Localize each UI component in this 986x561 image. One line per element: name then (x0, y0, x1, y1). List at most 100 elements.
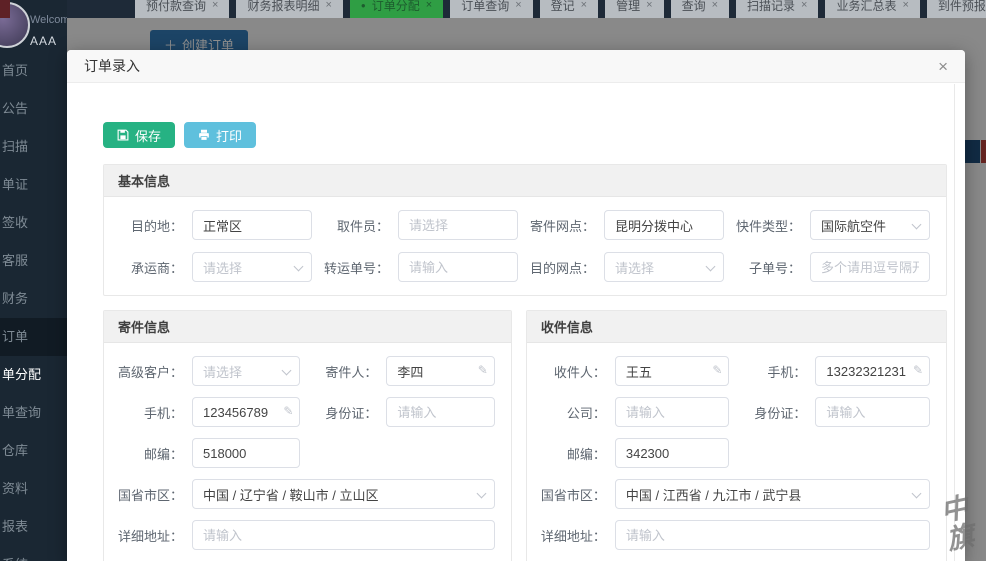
tab-manage[interactable]: 管理× (605, 0, 663, 18)
print-button[interactable]: 打印 (184, 122, 256, 148)
save-button[interactable]: 保存 (103, 122, 175, 148)
vip-customer-select[interactable]: 请选择 (192, 356, 300, 386)
receiver-region-value: 中国 / 江西省 / 九江市 / 武宁县 (626, 485, 802, 504)
sidebar-item-warehouse[interactable]: 仓库 (0, 432, 67, 470)
app-window: 预付款查询× 财务报表明细× ●订单分配× 订单查询× 登记× 管理× 查询× … (0, 0, 986, 561)
receiver-name-input[interactable] (615, 356, 730, 386)
tab-order-query[interactable]: 订单查询 × (450, 0, 532, 18)
carrier-select[interactable]: 请选择 (192, 252, 312, 282)
pickup-agent-input[interactable] (398, 210, 518, 240)
sender-info-title: 寄件信息 (104, 311, 511, 343)
sidebar-item-system[interactable]: 系统 (0, 546, 67, 561)
field-receiver-id-card: 身份证： (737, 397, 930, 427)
field-sub-no: 子单号： (732, 252, 930, 282)
tab-prepaid-query[interactable]: 预付款查询× (135, 0, 229, 18)
close-icon[interactable]: × (325, 0, 331, 11)
field-sender-region: 国省市区： 中国 / 辽宁省 / 鞍山市 / 立山区 (114, 479, 495, 509)
username: AAA (30, 34, 57, 48)
sender-address-label: 详细地址： (114, 526, 192, 545)
receiver-id-card-label: 身份证： (737, 403, 815, 422)
field-dest-branch: 目的网点： 请选择 (526, 252, 724, 282)
chevron-down-icon (476, 489, 486, 499)
close-icon[interactable]: × (426, 0, 432, 11)
tab-business-summary[interactable]: 业务汇总表 × (825, 0, 919, 18)
sender-name-label: 寄件人： (308, 362, 386, 381)
close-icon[interactable]: × (581, 0, 587, 11)
basic-info-body: 目的地： 取件员： 寄件网点： 快件类型： 国际航空件 (104, 197, 946, 295)
chevron-down-icon (294, 262, 304, 272)
sender-mobile-input[interactable] (192, 397, 300, 427)
tab-order-assign[interactable]: ●订单分配× (350, 0, 443, 18)
sender-id-card-label: 身份证： (308, 403, 386, 422)
field-sender-postcode: 邮编： (114, 438, 300, 468)
sender-region-value: 中国 / 辽宁省 / 鞍山市 / 立山区 (203, 485, 379, 504)
receiver-mobile-input[interactable] (815, 356, 930, 386)
basic-info-section: 基本信息 目的地： 取件员： 寄件网点： 快件类型： (103, 164, 947, 296)
receiver-address-input[interactable] (615, 520, 930, 550)
sidebar-item-order[interactable]: 订单 (0, 318, 67, 356)
sidebar-item-scan[interactable]: 扫描 (0, 128, 67, 166)
sender-id-card-input[interactable] (386, 397, 494, 427)
sidebar-item-order-query[interactable]: 单查询 (0, 394, 67, 432)
tab-scan-record[interactable]: 扫描记录 × (736, 0, 818, 18)
sidebar-item-service[interactable]: 客服 (0, 242, 67, 280)
destination-input[interactable] (192, 210, 312, 240)
sidebar-item-documents[interactable]: 单证 (0, 166, 67, 204)
tab-label: 扫描记录 (747, 0, 795, 14)
receiver-company-label: 公司： (537, 403, 615, 422)
sidebar-item-order-assign[interactable]: 单分配 (0, 356, 67, 394)
receiver-info-title: 收件信息 (527, 311, 946, 343)
close-icon[interactable]: × (801, 0, 807, 11)
modal-body: 保存 打印 基本信息 目的地： 取件员： (67, 83, 965, 561)
field-receiver-postcode: 邮编： (537, 438, 730, 468)
receiver-region-select[interactable]: 中国 / 江西省 / 九江市 / 武宁县 (615, 479, 930, 509)
close-icon[interactable]: × (212, 0, 218, 11)
modal-header: 订单录入 × (67, 50, 965, 83)
close-icon[interactable]: × (646, 0, 652, 11)
close-icon[interactable]: × (515, 0, 521, 11)
field-vip-customer: 高级客户： 请选择 (114, 356, 300, 386)
sidebar-item-home[interactable]: 首页 (0, 52, 67, 90)
close-icon[interactable]: × (902, 0, 908, 11)
transfer-no-input[interactable] (398, 252, 518, 282)
receiver-postcode-label: 邮编： (537, 444, 615, 463)
sender-region-select[interactable]: 中国 / 辽宁省 / 鞍山市 / 立山区 (192, 479, 495, 509)
sub-no-input[interactable] (810, 252, 930, 282)
tab-query[interactable]: 查询 × (671, 0, 729, 18)
vip-customer-placeholder: 请选择 (203, 362, 242, 381)
field-transfer-no: 转运单号： (320, 252, 518, 282)
tab-label: 业务汇总表 (836, 0, 896, 14)
sidebar: Welcome, AAA 首页 公告 扫描 单证 签收 客服 财务 订单 单分配… (0, 0, 67, 561)
field-sender-mobile: 手机： ✎ (114, 397, 300, 427)
receiver-id-card-input[interactable] (815, 397, 930, 427)
close-icon[interactable]: × (712, 0, 718, 11)
sidebar-item-data[interactable]: 资料 (0, 470, 67, 508)
basic-info-title: 基本信息 (104, 165, 946, 197)
sidebar-item-finance[interactable]: 财务 (0, 280, 67, 318)
printer-icon (198, 129, 210, 141)
sender-branch-input[interactable] (604, 210, 724, 240)
order-entry-modal: 订单录入 × 保存 打印 基本信息 目的地： (67, 50, 965, 561)
sender-info-body: 高级客户： 请选择 寄件人： ✎ 手机： ✎ (104, 343, 511, 561)
sidebar-item-report[interactable]: 报表 (0, 508, 67, 546)
express-type-select[interactable]: 国际航空件 (810, 210, 930, 240)
field-destination: 目的地： (114, 210, 312, 240)
field-sender-id-card: 身份证： (308, 397, 494, 427)
sender-postcode-input[interactable] (192, 438, 300, 468)
print-label: 打印 (216, 126, 242, 145)
sender-address-input[interactable] (192, 520, 495, 550)
receiver-postcode-input[interactable] (615, 438, 730, 468)
tab-register[interactable]: 登记× (540, 0, 598, 18)
sidebar-item-notice[interactable]: 公告 (0, 90, 67, 128)
tab-label: 查询 (682, 0, 706, 14)
receiver-company-input[interactable] (615, 397, 730, 427)
tab-arrival-forecast[interactable]: 到件预报× (927, 0, 986, 18)
action-buttons: 保存 打印 (103, 122, 947, 148)
dest-branch-select[interactable]: 请选择 (604, 252, 724, 282)
field-carrier: 承运商： 请选择 (114, 252, 312, 282)
close-icon[interactable]: × (938, 58, 948, 75)
sidebar-item-sign[interactable]: 签收 (0, 204, 67, 242)
sender-name-input[interactable] (386, 356, 494, 386)
tab-finance-report-detail[interactable]: 财务报表明细× (236, 0, 342, 18)
tab-label: 订单查询 (461, 0, 509, 14)
